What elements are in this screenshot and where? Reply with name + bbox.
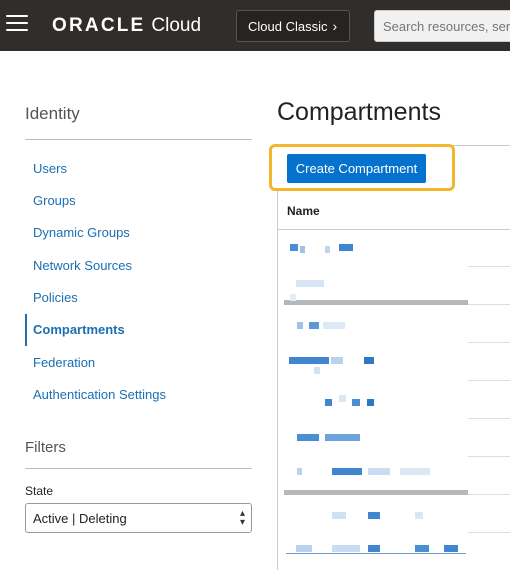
redacted-cell xyxy=(290,244,298,251)
sidebar-item-authentication-settings[interactable]: Authentication Settings xyxy=(33,387,166,402)
redacted-cell xyxy=(368,468,390,475)
redacted-cell xyxy=(296,280,324,287)
sidebar-title: Identity xyxy=(25,104,80,123)
chevron-right-icon: › xyxy=(332,18,338,34)
redacted-cell xyxy=(297,322,303,329)
create-compartment-button[interactable]: Create Compartment xyxy=(287,154,426,183)
redacted-cell xyxy=(289,357,329,364)
redacted-cell xyxy=(364,357,374,364)
sidebar-item-dynamic-groups[interactable]: Dynamic Groups xyxy=(33,225,130,240)
sidebar-divider xyxy=(25,139,252,140)
sidebar-item-users[interactable]: Users xyxy=(33,161,67,176)
redacted-cell xyxy=(325,434,360,441)
sidebar-item-policies[interactable]: Policies xyxy=(33,290,78,305)
redacted-cell xyxy=(352,399,360,406)
state-select-value: Active | Deleting xyxy=(33,510,127,526)
horizontal-scrollbar[interactable] xyxy=(284,490,468,495)
filters-title: Filters xyxy=(25,439,66,456)
redacted-cell xyxy=(367,399,374,406)
redacted-cell xyxy=(400,468,430,475)
redacted-cell xyxy=(309,322,319,329)
page-title: Compartments xyxy=(277,98,441,126)
sidebar-item-network-sources[interactable]: Network Sources xyxy=(33,258,132,273)
redacted-cell xyxy=(415,545,429,552)
redacted-cell xyxy=(332,512,346,519)
logo-brand: ORACLE xyxy=(52,15,146,36)
redacted-cell xyxy=(332,468,362,475)
cloud-classic-button[interactable]: Cloud Classic › xyxy=(236,10,350,42)
redacted-cell xyxy=(323,322,345,329)
redacted-cell xyxy=(332,545,360,552)
redacted-cell xyxy=(297,468,302,475)
redacted-cell xyxy=(339,244,353,251)
link-underline xyxy=(286,553,466,554)
sidebar-item-compartments[interactable]: Compartments xyxy=(33,322,125,337)
column-header-name[interactable]: Name xyxy=(287,204,320,218)
updown-chevron-icon: ▴ ▾ xyxy=(239,508,245,528)
toolbar-top-divider xyxy=(277,145,510,146)
redacted-cell xyxy=(368,512,380,519)
redacted-cell xyxy=(296,545,312,552)
redacted-cell xyxy=(325,246,330,253)
logo-product: Cloud xyxy=(151,15,202,36)
redacted-cell xyxy=(331,357,343,364)
cloud-classic-label: Cloud Classic xyxy=(248,18,328,34)
top-nav-bar: ORACLE Cloud Cloud Classic › xyxy=(0,0,510,51)
horizontal-scrollbar[interactable] xyxy=(284,300,468,305)
sidebar-item-federation[interactable]: Federation xyxy=(33,355,95,370)
sidebar-item-groups[interactable]: Groups xyxy=(33,193,76,208)
header-divider xyxy=(278,229,510,230)
redacted-cell xyxy=(415,512,423,519)
redacted-cell xyxy=(368,545,380,552)
redacted-cell xyxy=(300,246,305,253)
redacted-cell xyxy=(325,399,332,406)
redacted-cell xyxy=(290,294,296,301)
redacted-cell xyxy=(339,395,346,402)
oracle-cloud-logo[interactable]: ORACLE Cloud xyxy=(52,13,201,39)
redacted-cell xyxy=(444,545,458,552)
state-label: State xyxy=(25,484,54,498)
state-select[interactable]: Active | Deleting ▴ ▾ xyxy=(25,503,252,533)
redacted-cell xyxy=(297,434,319,441)
redacted-cell xyxy=(314,367,320,374)
filters-divider xyxy=(25,468,252,469)
hamburger-menu-icon[interactable] xyxy=(6,15,28,33)
active-indicator xyxy=(25,314,27,346)
search-input[interactable] xyxy=(374,10,510,42)
